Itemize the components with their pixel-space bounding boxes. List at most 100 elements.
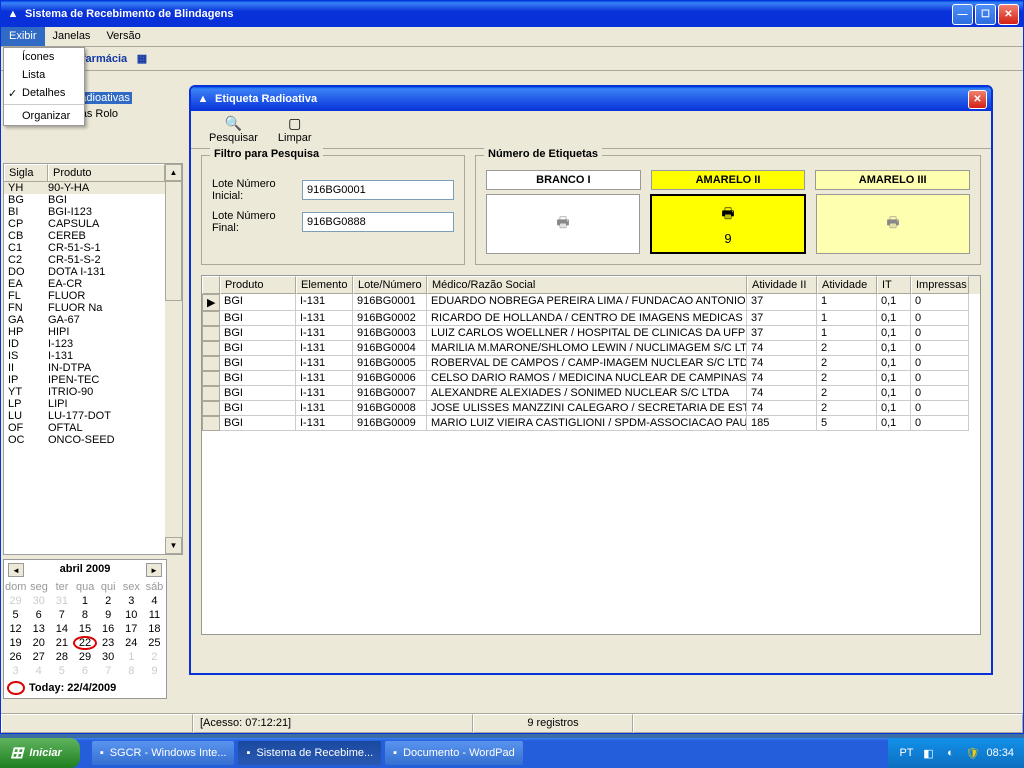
col-impressas[interactable]: Impressas xyxy=(911,276,969,294)
start-button[interactable]: ⊞ Iniciar xyxy=(0,738,80,768)
lang-indicator[interactable]: PT xyxy=(898,745,914,761)
col-atividade[interactable]: Atividade xyxy=(817,276,877,294)
list-row[interactable]: IDI-123 xyxy=(4,338,165,350)
table-row[interactable]: BGII-131916BG0008JOSE ULISSES MANZZINI C… xyxy=(202,401,980,416)
taskbar-item[interactable]: ▪Sistema de Recebime... xyxy=(238,741,381,765)
list-row[interactable]: YTITRIO-90 xyxy=(4,386,165,398)
child-close-button[interactable]: ✕ xyxy=(968,90,987,109)
table-row[interactable]: BGII-131916BG0003LUIZ CARLOS WOELLNER / … xyxy=(202,326,980,341)
list-row[interactable]: IPIPEN-TEC xyxy=(4,374,165,386)
tray-icon[interactable]: ◧ xyxy=(920,745,936,761)
cal-day[interactable]: 20 xyxy=(27,636,50,650)
cal-day[interactable]: 30 xyxy=(27,594,50,608)
dropdown-detalhes[interactable]: Detalhes xyxy=(4,84,84,102)
cal-day[interactable]: 6 xyxy=(27,608,50,622)
menu-janelas[interactable]: Janelas xyxy=(45,27,99,46)
col-lote[interactable]: Lote/Número xyxy=(353,276,427,294)
cal-day[interactable]: 18 xyxy=(143,622,166,636)
table-row[interactable]: BGII-131916BG0009MARIO LUIZ VIEIRA CASTI… xyxy=(202,416,980,431)
list-row[interactable]: BIBGI-I123 xyxy=(4,206,165,218)
list-row[interactable]: CPCAPSULA xyxy=(4,218,165,230)
cal-day[interactable]: 2 xyxy=(97,594,120,608)
cal-today[interactable]: Today: 22/4/2009 xyxy=(4,678,166,698)
tray-icon[interactable]: ◐ xyxy=(942,745,958,761)
table-row[interactable]: BGII-131916BG0005ROBERVAL DE CAMPOS / CA… xyxy=(202,356,980,371)
cal-day[interactable]: 28 xyxy=(50,650,73,664)
col-produto[interactable]: Produto xyxy=(48,164,165,181)
cal-day[interactable]: 24 xyxy=(120,636,143,650)
col-it[interactable]: IT xyxy=(877,276,911,294)
list-row[interactable]: FLFLUOR xyxy=(4,290,165,302)
tray-icon[interactable]: 🛡 xyxy=(964,745,980,761)
cal-day[interactable]: 5 xyxy=(50,664,73,678)
menu-exibir[interactable]: Exibir xyxy=(1,27,45,46)
cal-day[interactable]: 22 xyxy=(73,636,96,650)
minimize-button[interactable]: — xyxy=(952,4,973,25)
table-row[interactable]: BGII-131916BG0007ALEXANDRE ALEXIADES / S… xyxy=(202,386,980,401)
cal-day[interactable]: 3 xyxy=(120,594,143,608)
cal-prev-button[interactable]: ◄ xyxy=(8,563,24,577)
list-row[interactable]: IIIN-DTPA xyxy=(4,362,165,374)
lote-inicial-input[interactable] xyxy=(302,180,454,200)
list-row[interactable]: EAEA-CR xyxy=(4,278,165,290)
taskbar-item[interactable]: ▪Documento - WordPad xyxy=(385,741,523,765)
list-row[interactable]: OCONCO-SEED xyxy=(4,434,165,446)
cal-day[interactable]: 1 xyxy=(120,650,143,664)
print-amarelo3-button[interactable]: 🖶 xyxy=(816,194,970,254)
taskbar-item[interactable]: ▪SGCR - Windows Inte... xyxy=(92,741,235,765)
cal-day[interactable]: 17 xyxy=(120,622,143,636)
menu-versao[interactable]: Versão xyxy=(98,27,148,46)
cal-day[interactable]: 4 xyxy=(143,594,166,608)
close-button[interactable]: ✕ xyxy=(998,4,1019,25)
cal-day[interactable]: 3 xyxy=(4,664,27,678)
cal-day[interactable]: 14 xyxy=(50,622,73,636)
list-row[interactable]: HPHIPI xyxy=(4,326,165,338)
list-row[interactable]: LULU-177-DOT xyxy=(4,410,165,422)
cal-day[interactable]: 29 xyxy=(4,594,27,608)
cal-day[interactable]: 11 xyxy=(143,608,166,622)
col-atividade2[interactable]: Atividade II xyxy=(747,276,817,294)
cal-day[interactable]: 7 xyxy=(50,608,73,622)
table-row[interactable]: BGII-131916BG0006CELSO DARIO RAMOS / MED… xyxy=(202,371,980,386)
cal-day[interactable]: 8 xyxy=(73,608,96,622)
cal-day[interactable]: 21 xyxy=(50,636,73,650)
scroll-down-icon[interactable]: ▼ xyxy=(165,537,182,554)
pesquisar-button[interactable]: 🔍 Pesquisar xyxy=(205,113,262,146)
scroll-up-icon[interactable]: ▲ xyxy=(165,164,182,181)
cal-day[interactable]: 26 xyxy=(4,650,27,664)
cal-day[interactable]: 23 xyxy=(97,636,120,650)
limpar-button[interactable]: ▢ Limpar xyxy=(274,113,316,146)
maximize-button[interactable]: ☐ xyxy=(975,4,996,25)
cal-day[interactable]: 5 xyxy=(4,608,27,622)
cal-day[interactable]: 29 xyxy=(73,650,96,664)
list-row[interactable]: FNFLUOR Na xyxy=(4,302,165,314)
list-row[interactable]: CBCEREB xyxy=(4,230,165,242)
list-row[interactable]: DODOTA I-131 xyxy=(4,266,165,278)
col-produto[interactable]: Produto xyxy=(220,276,296,294)
scrollbar[interactable]: ▲ ▼ xyxy=(165,164,182,554)
col-sigla[interactable]: Sigla xyxy=(4,164,48,181)
col-medico[interactable]: Médico/Razão Social xyxy=(427,276,747,294)
cal-day[interactable]: 10 xyxy=(120,608,143,622)
cal-day[interactable]: 16 xyxy=(97,622,120,636)
table-row[interactable]: ▶BGII-131916BG0001EDUARDO NOBREGA PEREIR… xyxy=(202,294,980,311)
list-row[interactable]: ISI-131 xyxy=(4,350,165,362)
list-row[interactable]: OFOFTAL xyxy=(4,422,165,434)
print-branco-button[interactable]: 🖶 xyxy=(486,194,640,254)
list-row[interactable]: YH90-Y-HA xyxy=(4,182,165,194)
col-elemento[interactable]: Elemento xyxy=(296,276,353,294)
list-row[interactable]: C2CR-51-S-2 xyxy=(4,254,165,266)
dropdown-organizar[interactable]: Organizar xyxy=(4,107,84,125)
table-row[interactable]: BGII-131916BG0002RICARDO DE HOLLANDA / C… xyxy=(202,311,980,326)
dropdown-lista[interactable]: Lista xyxy=(4,66,84,84)
list-row[interactable]: BGBGI xyxy=(4,194,165,206)
dropdown-icones[interactable]: Ícones xyxy=(4,48,84,66)
cal-day[interactable]: 19 xyxy=(4,636,27,650)
cal-day[interactable]: 7 xyxy=(97,664,120,678)
cal-day[interactable]: 31 xyxy=(50,594,73,608)
list-row[interactable]: C1CR-51-S-1 xyxy=(4,242,165,254)
clock[interactable]: 08:34 xyxy=(986,747,1014,759)
cal-day[interactable]: 1 xyxy=(73,594,96,608)
lote-final-input[interactable] xyxy=(302,212,454,232)
cal-day[interactable]: 6 xyxy=(73,664,96,678)
